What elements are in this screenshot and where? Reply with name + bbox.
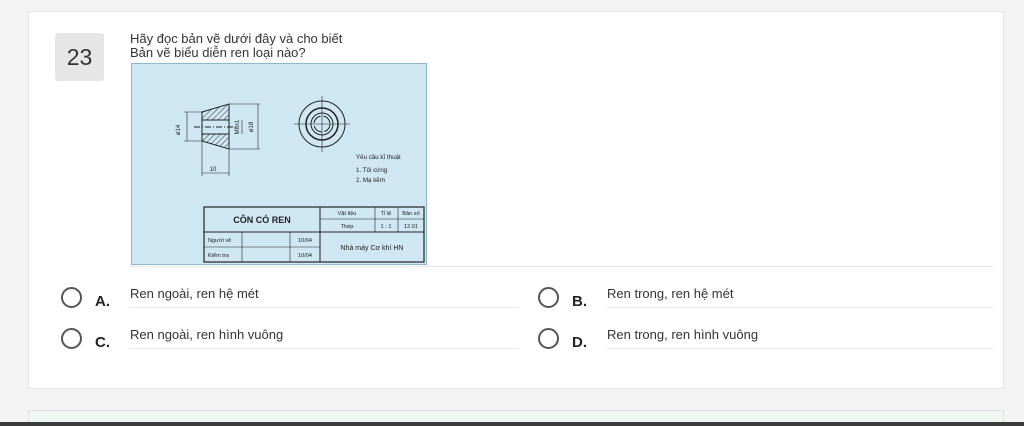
option-a[interactable]: A.: [61, 285, 117, 310]
front-view: [184, 103, 260, 176]
factory-name: Nhà máy Cơ khí HN: [341, 245, 404, 252]
dim-length-10: 10: [210, 167, 217, 173]
checker-date: 10/04: [298, 253, 312, 259]
option-b-radio[interactable]: [538, 287, 559, 308]
value-sheet: 12.01: [404, 224, 418, 230]
question-line-1: Hãy đọc bản vẽ dưới đây và cho biết: [130, 31, 343, 46]
option-b[interactable]: B.: [538, 285, 594, 310]
value-material: Thép: [341, 224, 354, 230]
option-c[interactable]: C.: [61, 326, 117, 351]
option-a-radio[interactable]: [61, 287, 82, 308]
option-c-radio[interactable]: [61, 328, 82, 349]
drawer-label: Người vẽ: [208, 238, 231, 244]
side-view: [294, 96, 350, 152]
option-d-radio[interactable]: [538, 328, 559, 349]
dim-diameter-14: ø14: [176, 124, 182, 135]
header-scale: Tỉ lệ: [381, 210, 392, 217]
option-d-underline: [607, 348, 993, 349]
divider: [131, 266, 993, 267]
question-text: Hãy đọc bản vẽ dưới đây và cho biết Bản …: [130, 32, 342, 60]
bottom-bar: [0, 422, 1024, 426]
requirement-1: 1. Tôi cứng: [356, 167, 388, 174]
option-a-text[interactable]: Ren ngoài, ren hệ mét: [130, 286, 259, 301]
dim-diameter-18: ø18: [249, 121, 255, 132]
dim-thread-m8: M8x1: [235, 119, 241, 134]
option-c-text[interactable]: Ren ngoài, ren hình vuông: [130, 327, 283, 342]
value-scale: 1 : 1: [381, 224, 392, 230]
option-a-letter: A.: [95, 293, 110, 310]
option-d[interactable]: D.: [538, 326, 594, 351]
drawing-title: CÔN CÓ REN: [233, 214, 291, 225]
header-material: Vật liệu: [338, 211, 357, 217]
option-c-underline: [130, 348, 518, 349]
option-b-letter: B.: [572, 293, 587, 310]
option-c-letter: C.: [95, 334, 110, 351]
option-d-text[interactable]: Ren trong, ren hình vuông: [607, 327, 758, 342]
technical-drawing: ø14 M8x1 ø18 10 Yêu cầu kĩ thuật 1. Tôi …: [131, 63, 427, 265]
option-b-text[interactable]: Ren trong, ren hệ mét: [607, 286, 733, 301]
requirements-title: Yêu cầu kĩ thuật: [356, 154, 401, 161]
option-b-underline: [607, 307, 993, 308]
header-sheet: Bản số: [402, 211, 419, 217]
drawer-date: 10/04: [298, 238, 312, 244]
question-line-2: Bản vẽ biểu diễn ren loại nào?: [130, 45, 306, 60]
checker-label: Kiểm tra: [208, 252, 230, 259]
option-d-letter: D.: [572, 334, 587, 351]
option-a-underline: [130, 307, 518, 308]
question-number: 23: [55, 33, 104, 81]
requirement-2: 2. Mạ kẽm: [356, 177, 385, 184]
